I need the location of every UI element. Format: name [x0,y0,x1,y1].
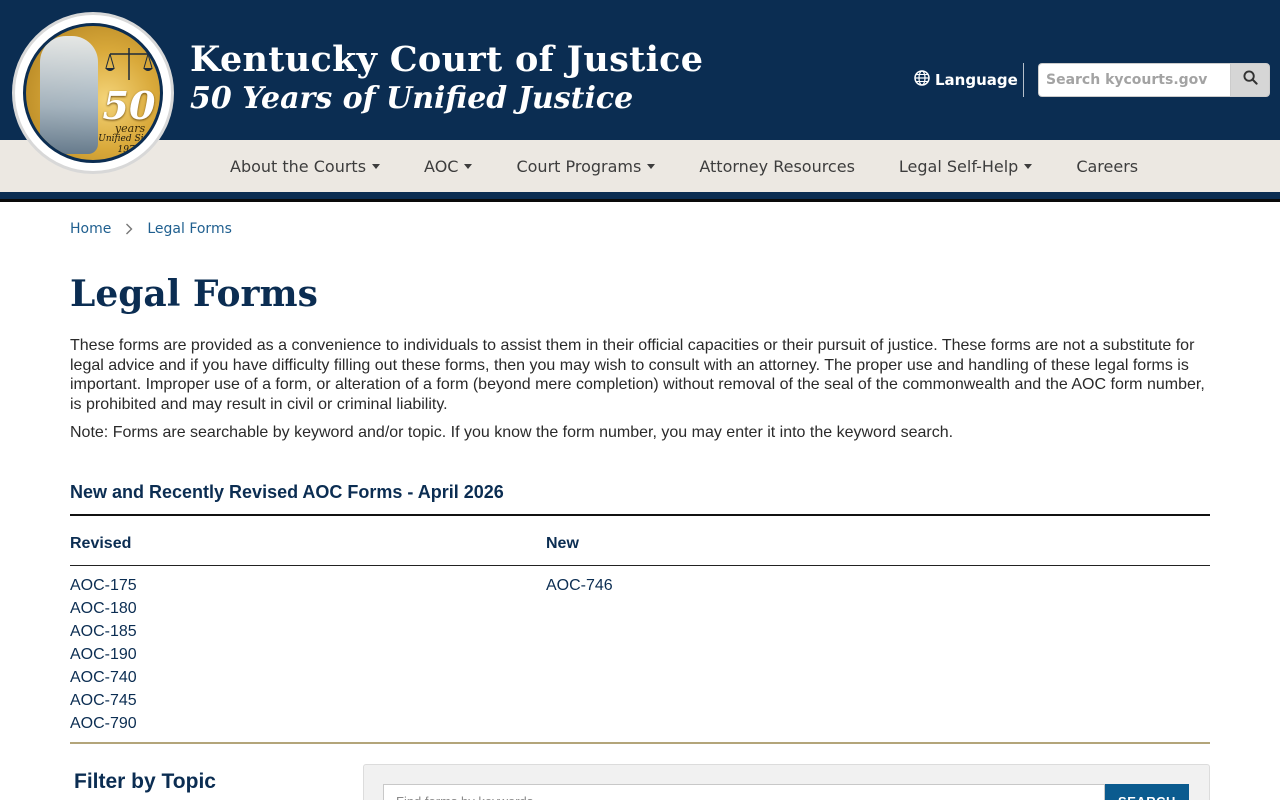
form-link[interactable]: AOC-190 [70,643,137,666]
caret-down-icon [647,163,656,169]
breadcrumb: Home Legal Forms [70,220,232,238]
court-seal-logo[interactable]: 50 years Unified Since 1976 [12,12,174,174]
search-icon [1242,70,1258,90]
caret-down-icon [1024,163,1033,169]
scales-icon [105,48,153,80]
nav-aoc[interactable]: AOC [402,140,494,192]
site-title[interactable]: Kentucky Court of Justice [190,40,703,80]
nav-label: Attorney Resources [699,156,855,176]
page-title: Legal Forms [70,273,318,315]
main-nav: About the Courts AOC Court Programs Atto… [208,140,1160,192]
form-link[interactable]: AOC-740 [70,666,137,689]
section-divider-mid [70,565,1210,566]
nav-attorney-resources[interactable]: Attorney Resources [677,140,877,192]
recent-forms-title: New and Recently Revised AOC Forms - Apr… [70,482,504,502]
section-divider-top [70,514,1210,516]
caret-down-icon [372,163,381,169]
nav-court-programs[interactable]: Court Programs [494,140,677,192]
chevron-right-icon [125,220,133,238]
language-button[interactable]: Language [914,68,1018,92]
breadcrumb-home[interactable]: Home [70,221,111,237]
lady-justice-figure [40,36,98,154]
note-text: Note: Forms are searchable by keyword an… [70,424,954,441]
form-link[interactable]: AOC-790 [70,712,137,735]
site-subtitle: 50 Years of Unified Justice [190,81,634,116]
new-forms-list: AOC-746 [546,574,613,597]
form-link[interactable]: AOC-746 [546,574,613,597]
filter-by-topic-heading: Filter by Topic [74,770,216,793]
form-link[interactable]: AOC-180 [70,597,137,620]
site-search [1038,63,1270,97]
language-label: Language [935,71,1018,89]
nav-about-the-courts[interactable]: About the Courts [208,140,402,192]
seal-number: 50 [102,83,156,128]
seal-emblem: 50 years Unified Since 1976 [23,23,163,163]
form-link[interactable]: AOC-175 [70,574,137,597]
site-search-button[interactable] [1230,63,1270,97]
intro-text: These forms are provided as a convenienc… [70,337,1205,413]
nav-legal-self-help[interactable]: Legal Self-Help [877,140,1054,192]
new-column-header: New [546,535,579,552]
site-header: Kentucky Court of Justice 50 Years of Un… [0,0,1280,140]
nav-label: Legal Self-Help [898,156,1019,176]
site-search-input[interactable] [1038,63,1230,97]
seal-since: Unified Since 1976 [98,134,160,155]
nav-label: About the Courts [230,156,367,176]
section-divider-bottom [70,742,1210,744]
header-divider [1023,63,1024,97]
caret-down-icon [464,163,473,169]
nav-label: Careers [1076,156,1139,176]
nav-label: Court Programs [516,156,642,176]
breadcrumb-current[interactable]: Legal Forms [147,221,232,237]
revised-column-header: Revised [70,535,132,552]
nav-careers[interactable]: Careers [1054,140,1160,192]
nav-label: AOC [424,156,459,176]
form-link[interactable]: AOC-185 [70,620,137,643]
nav-bottom-line [0,199,1280,202]
form-link[interactable]: AOC-745 [70,689,137,712]
keyword-search-button[interactable]: SEARCH [1105,784,1189,800]
globe-icon [914,70,930,90]
revised-forms-list: AOC-175 AOC-180 AOC-185 AOC-190 AOC-740 … [70,574,137,735]
keyword-search-input[interactable] [383,784,1105,800]
